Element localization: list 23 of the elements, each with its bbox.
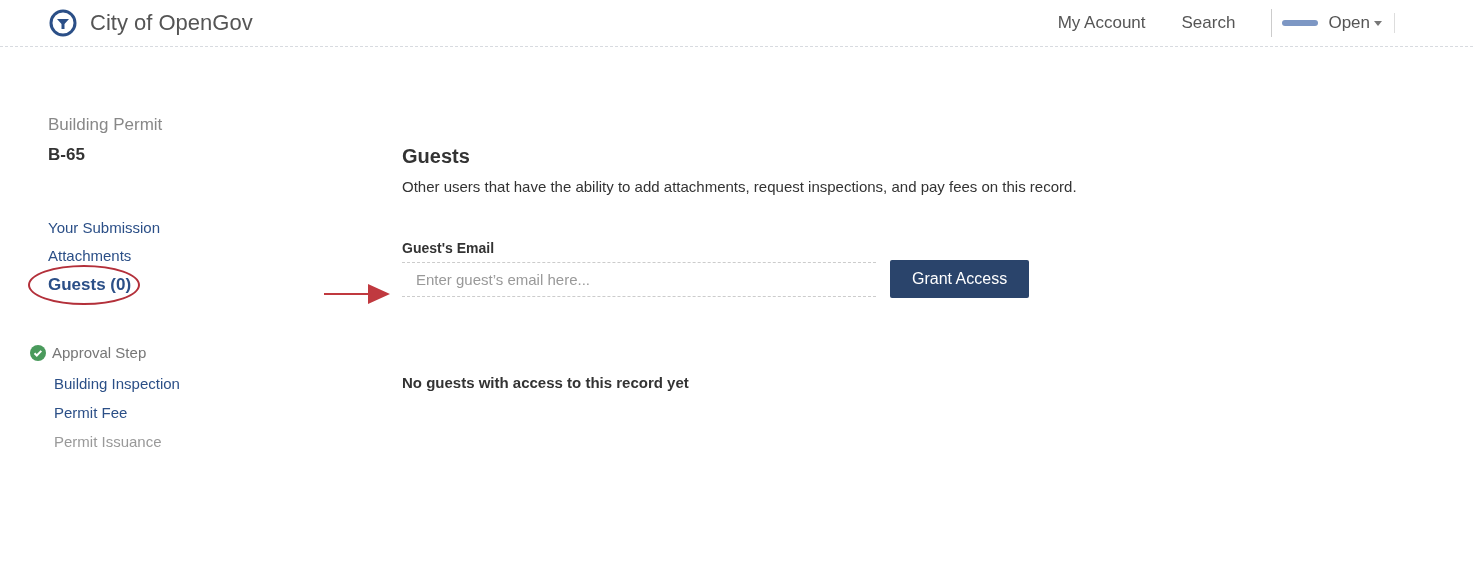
nav-link[interactable]: My Account: [1057, 13, 1146, 33]
nav-link[interactable]: Search: [1181, 13, 1236, 33]
menu-dropdown[interactable]: Open: [1328, 13, 1382, 33]
field-label: Guest's Email: [402, 240, 495, 256]
email-field[interactable]: Enter guest’s email here...: [402, 261, 876, 297]
record-type: Building Permit: [48, 115, 164, 135]
step-link[interactable]: Permit Fee: [54, 404, 128, 421]
caret-icon: [1374, 20, 1382, 26]
step-link: Permit Issuance: [54, 433, 162, 450]
sidebar-link[interactable]: Your Submission: [48, 219, 160, 236]
badge-icon: [1282, 19, 1319, 27]
section-title: Guests: [402, 145, 471, 168]
record-number: B-65: [48, 145, 86, 165]
annotation-arrow: [324, 283, 390, 305]
sidebar-link[interactable]: Guests (0): [48, 275, 132, 295]
step-link[interactable]: Building Inspection: [54, 375, 180, 392]
grant-access-button[interactable]: Grant Access: [890, 260, 1030, 298]
site-title: City of OpenGov: [90, 10, 253, 36]
logo-icon: [48, 8, 78, 38]
section-description: Other users that have the ability to add attachments, request inspections, and pay fees on this record.: [402, 178, 1077, 195]
sidebar-link[interactable]: Attachments: [48, 247, 132, 264]
empty-message: No guests with access to this record yet: [402, 374, 689, 391]
step-title: Approval Step: [52, 344, 147, 361]
